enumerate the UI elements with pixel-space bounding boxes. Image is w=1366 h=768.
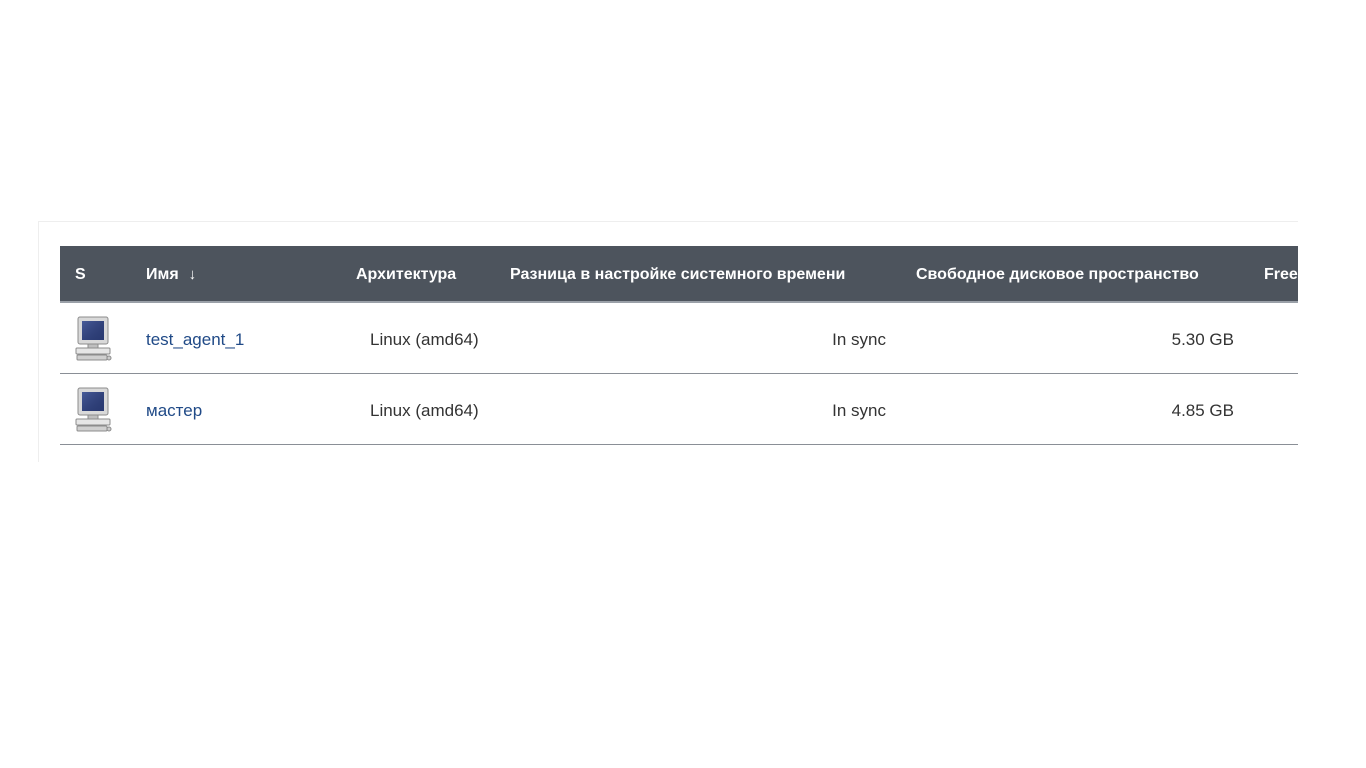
free-disk-space-cell: 5.30 GB [1171, 330, 1234, 349]
column-header-status[interactable]: S [75, 246, 86, 304]
clock-difference-cell: In sync [832, 401, 886, 420]
agent-link[interactable]: мастер [146, 401, 202, 420]
free-disk-space-cell: 4.85 GB [1171, 401, 1234, 420]
agent-name-cell: test_agent_1 [146, 303, 244, 377]
agent-link[interactable]: test_agent_1 [146, 330, 244, 349]
architecture-cell: Linux (amd64) [370, 401, 479, 420]
computer-icon [75, 316, 113, 362]
column-header-clock-difference[interactable]: Разница в настройке системного времени [510, 246, 845, 304]
column-header-free-swap[interactable]: Free [1264, 246, 1298, 304]
agent-name-cell: мастер [146, 374, 202, 448]
table-row: мастер Linux (amd64) In sync 4.85 GB [60, 374, 1298, 445]
architecture-cell: Linux (amd64) [370, 330, 479, 349]
table-row: test_agent_1 Linux (amd64) In sync 5.30 … [60, 303, 1298, 374]
nodes-table: S Имя ↓ Архитектура Разница в настройке с… [60, 246, 1298, 445]
clock-difference-cell: In sync [832, 330, 886, 349]
column-header-free-disk-space[interactable]: Свободное дисковое пространство [916, 246, 1199, 304]
computer-icon [75, 387, 113, 433]
column-header-name-label: Имя [146, 266, 179, 283]
nodes-panel: S Имя ↓ Архитектура Разница в настройке с… [38, 221, 1298, 462]
table-header: S Имя ↓ Архитектура Разница в настройке с… [60, 246, 1298, 303]
column-header-architecture[interactable]: Архитектура [356, 246, 456, 304]
sort-descending-icon: ↓ [188, 266, 197, 283]
column-header-name[interactable]: Имя ↓ [146, 246, 196, 304]
